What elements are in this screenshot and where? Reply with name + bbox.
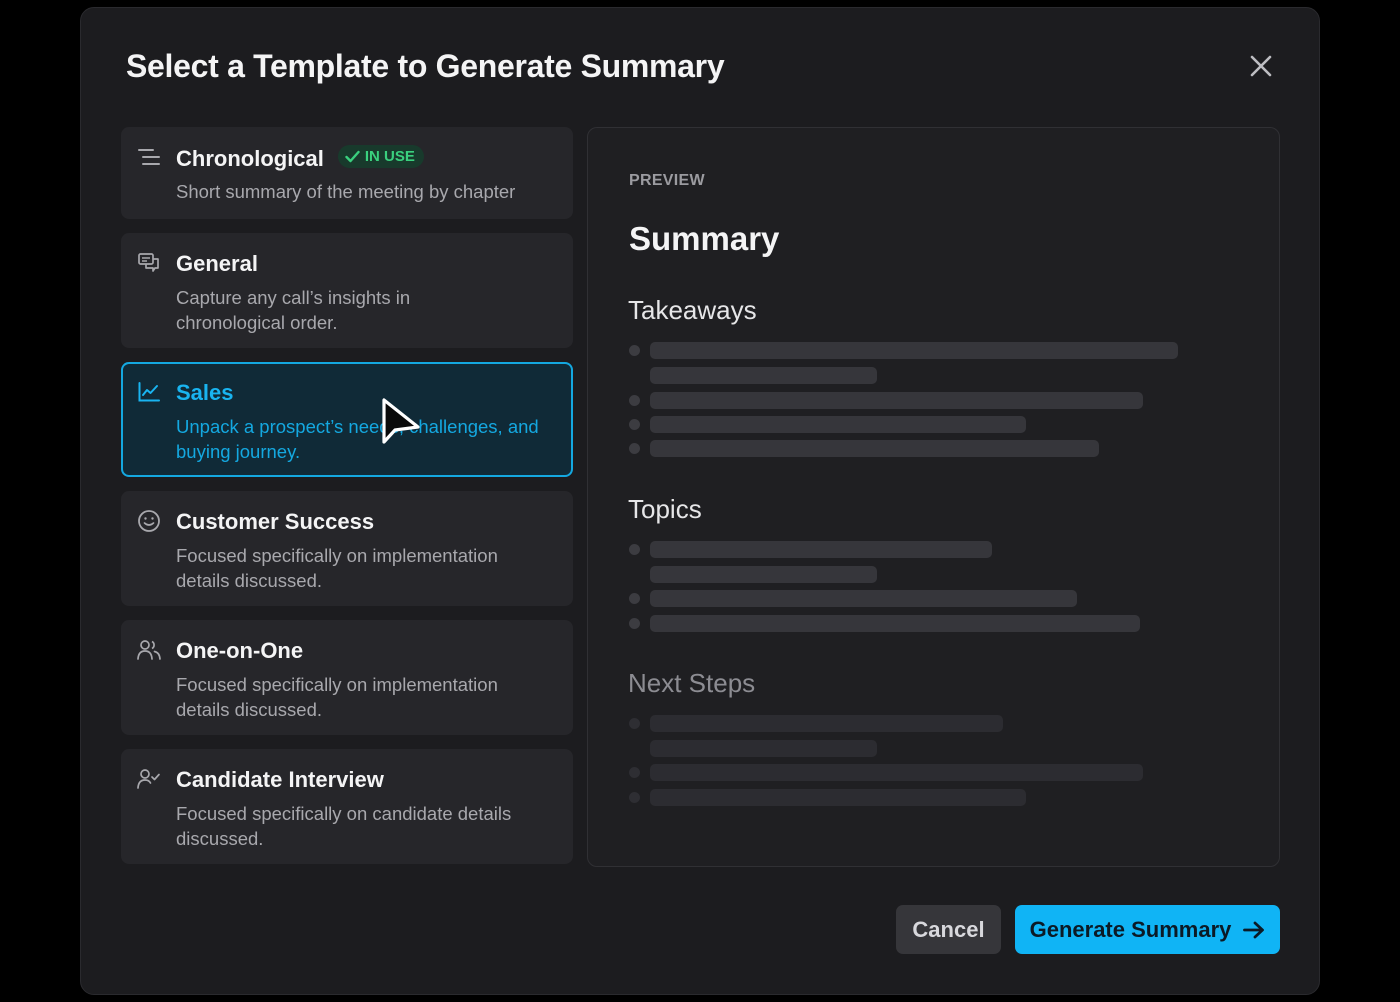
list-icon: [137, 145, 161, 169]
bullet: [629, 345, 640, 356]
template-card-chronological[interactable]: Chronological IN USE Short summary of the…: [121, 127, 573, 219]
template-description: Short summary of the meeting by chapter: [176, 181, 516, 202]
close-button[interactable]: [1247, 52, 1275, 80]
line-chart-icon: [137, 380, 161, 404]
template-card-sales[interactable]: Sales Unpack a prospect’s needs, challen…: [121, 362, 573, 477]
placeholder-line: [650, 392, 1143, 409]
check-icon: [345, 150, 360, 163]
template-title: Customer Success: [176, 509, 375, 534]
section-title-next-steps: Next Steps: [628, 668, 756, 698]
template-card-one-on-one[interactable]: One-on-One Focused specifically on imple…: [121, 620, 573, 735]
placeholder-line: [650, 715, 1003, 732]
chat-icon: [137, 251, 161, 275]
in-use-badge: IN USE: [337, 145, 424, 168]
users-icon: [137, 638, 161, 662]
placeholder-line: [650, 615, 1140, 632]
section-title-takeaways: Takeaways: [628, 295, 757, 325]
template-card-general[interactable]: General Capture any call’s insights in c…: [121, 233, 573, 348]
arrow-right-icon: [1243, 921, 1265, 938]
bullet: [629, 718, 640, 729]
modal-title: Select a Template to Generate Summary: [126, 48, 725, 84]
placeholder-line: [650, 416, 1026, 433]
template-title: Chronological IN USE: [176, 145, 424, 172]
generate-summary-button[interactable]: Generate Summary: [1015, 905, 1280, 954]
template-description: Focused specifically on candidate detail…: [176, 803, 512, 849]
template-description: Capture any call’s insights in chronolog…: [176, 287, 411, 333]
placeholder-line: [650, 367, 877, 384]
template-title: General: [176, 251, 258, 276]
template-description: Focused specifically on implementation d…: [176, 545, 498, 591]
mouse-cursor-icon: [382, 398, 420, 444]
bullet: [629, 792, 640, 803]
template-card-customer-success[interactable]: Customer Success Focused specifically on…: [121, 491, 573, 606]
template-title: Candidate Interview: [176, 767, 384, 792]
section-title-topics: Topics: [628, 494, 702, 524]
bullet: [629, 419, 640, 430]
template-title: Sales: [176, 380, 234, 405]
placeholder-line: [650, 440, 1099, 457]
bullet: [629, 544, 640, 555]
preview-label: PREVIEW: [629, 172, 705, 189]
template-title: One-on-One: [176, 638, 304, 663]
template-card-candidate-interview[interactable]: Candidate Interview Focused specifically…: [121, 749, 573, 864]
bullet: [629, 618, 640, 629]
bullet: [629, 443, 640, 454]
bullet: [629, 593, 640, 604]
template-modal: Select a Template to Generate Summary Ch…: [80, 7, 1320, 995]
placeholder-line: [650, 740, 877, 757]
preview-heading: Summary: [629, 220, 780, 257]
placeholder-line: [650, 342, 1178, 359]
bullet: [629, 767, 640, 778]
close-icon: [1250, 55, 1272, 77]
placeholder-line: [650, 590, 1077, 607]
user-check-icon: [137, 767, 161, 791]
cancel-button[interactable]: Cancel: [896, 905, 1001, 954]
placeholder-line: [650, 764, 1143, 781]
placeholder-line: [650, 789, 1026, 806]
placeholder-line: [650, 566, 877, 583]
bullet: [629, 395, 640, 406]
template-description: Unpack a prospect’s needs, challenges, a…: [176, 416, 539, 462]
placeholder-line: [650, 541, 992, 558]
generate-summary-label: Generate Summary: [1029, 916, 1232, 942]
preview-panel: PREVIEW Summary Takeaways Topics Next St…: [587, 127, 1280, 867]
template-description: Focused specifically on implementation d…: [176, 674, 498, 720]
smile-icon: [137, 509, 161, 533]
